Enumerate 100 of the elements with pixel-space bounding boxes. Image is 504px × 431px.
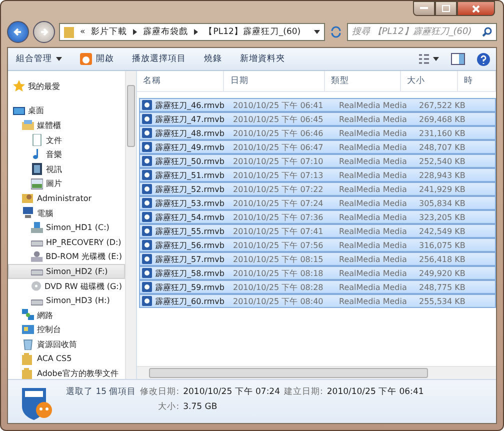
preview-pane-icon[interactable] [451, 53, 465, 65]
optical-icon [31, 250, 43, 263]
file-size: 316,075 KB [418, 240, 466, 250]
file-date: 2010/10/25 下午 07:13 [232, 170, 324, 180]
column-header[interactable]: 日期 [224, 71, 325, 91]
file-type: RealMedia Media [338, 268, 408, 278]
refresh-icon[interactable] [329, 25, 343, 39]
maximize-icon [442, 5, 450, 12]
view-options-icon[interactable] [419, 54, 439, 64]
user-icon [22, 192, 34, 204]
maximize-button[interactable] [435, 1, 457, 16]
nav-item[interactable]: 電腦 [8, 206, 125, 220]
file-size: 267,522 KB [418, 100, 466, 110]
file-type: RealMedia Media [338, 254, 408, 264]
file-name: 霹靂狂刀_46.rmvb [155, 100, 224, 110]
file-row[interactable]: 霹靂狂刀_54.rmvb 2010/10/25 下午 07:36 RealMedia Media 323,205 KB [139, 210, 496, 224]
scrollbar[interactable] [125, 71, 136, 379]
file-row[interactable]: 霹靂狂刀_53.rmvb 2010/10/25 下午 07:24 RealMedia Media 305,834 KB [139, 196, 496, 210]
minimize-button[interactable] [413, 1, 435, 16]
file-type: RealMedia Media [338, 212, 408, 222]
nav-item[interactable]: 網路 [8, 308, 125, 322]
breadcrumb-overflow[interactable]: « [80, 27, 86, 37]
file-row[interactable]: 霹靂狂刀_58.rmvb 2010/10/25 下午 08:18 RealMedia Media 249,920 KB [139, 266, 496, 280]
nav-item[interactable]: HP_RECOVERY (D:) [8, 234, 125, 250]
file-row[interactable]: 霹靂狂刀_50.rmvb 2010/10/25 下午 07:10 RealMedia Media 252,540 KB [139, 154, 496, 168]
file-size: 256,418 KB [418, 254, 466, 264]
nav-item[interactable]: 媒體櫃 [8, 118, 125, 133]
dropdown-icon[interactable] [314, 30, 320, 34]
file-date: 2010/10/25 下午 07:22 [232, 184, 324, 194]
control-icon [22, 324, 34, 336]
detail-value: 2010/10/25 下午 06:41 [326, 386, 424, 398]
nav-item[interactable]: 桌面 [8, 104, 125, 118]
file-size: 231,160 KB [418, 128, 466, 138]
picture-icon [31, 178, 43, 190]
column-header[interactable]: 大小 [400, 71, 458, 91]
file-row[interactable]: 霹靂狂刀_55.rmvb 2010/10/25 下午 07:41 RealMedia Media 242,549 KB [139, 224, 496, 238]
video-icon [31, 163, 43, 176]
nav-item[interactable]: 我的最愛 [8, 79, 125, 94]
file-row[interactable]: 霹靂狂刀_52.rmvb 2010/10/25 下午 07:22 RealMedia Media 241,929 KB [139, 182, 496, 196]
file-row[interactable]: 霹靂狂刀_46.rmvb 2010/10/25 下午 06:41 RealMedia Media 267,522 KB [139, 98, 496, 112]
file-size: 249,920 KB [418, 268, 466, 278]
file-row[interactable]: 霹靂狂刀_47.rmvb 2010/10/25 下午 06:45 RealMedia Media 269,468 KB [139, 112, 496, 126]
file-date: 2010/10/25 下午 07:36 [232, 212, 324, 222]
nav-item[interactable]: 音樂 [8, 147, 125, 162]
file-row[interactable]: 霹靂狂刀_57.rmvb 2010/10/25 下午 08:15 RealMedia Media 256,418 KB [139, 252, 496, 266]
nav-item[interactable]: DVD RW 磁碟機 (G:) [8, 278, 125, 294]
nav-item[interactable]: 資源回收筒 [8, 337, 125, 352]
nav-item[interactable]: 視訊 [8, 162, 125, 177]
chevron-icon[interactable] [133, 29, 138, 35]
file-row[interactable]: 霹靂狂刀_59.rmvb 2010/10/25 下午 08:28 RealMedia Media 248,775 KB [139, 280, 496, 294]
file-row[interactable]: 霹靂狂刀_56.rmvb 2010/10/25 下午 07:56 RealMedia Media 316,075 KB [139, 238, 496, 252]
file-date: 2010/10/25 下午 06:46 [232, 128, 324, 138]
nav-item[interactable]: 圖片 [8, 176, 125, 192]
scrollbar[interactable] [137, 366, 496, 379]
detail-label: 大小: [157, 401, 180, 413]
forward-button[interactable] [33, 21, 55, 43]
nav-item[interactable]: 文件 [8, 132, 125, 148]
file-row[interactable]: 霹靂狂刀_60.rmvb 2010/10/25 下午 08:40 RealMedia Media 255,534 KB [139, 294, 496, 308]
file-name: 霹靂狂刀_54.rmvb [155, 212, 224, 222]
help-icon[interactable] [477, 52, 490, 66]
file-type: RealMedia Media [338, 226, 408, 236]
file-date: 2010/10/25 下午 07:56 [232, 240, 324, 250]
file-row[interactable]: 霹靂狂刀_49.rmvb 2010/10/25 下午 06:47 RealMedia Media 248,707 KB [139, 140, 496, 154]
nav-item[interactable]: Simon_HD1 (C:) [8, 220, 125, 235]
toolbar-button[interactable]: 開啟 [78, 51, 116, 67]
file-date: 2010/10/25 下午 06:47 [232, 142, 324, 152]
chevron-icon[interactable] [194, 29, 198, 35]
file-row[interactable]: 霹靂狂刀_48.rmvb 2010/10/25 下午 06:46 RealMedia Media 231,160 KB [139, 126, 496, 140]
file-name: 霹靂狂刀_53.rmvb [155, 198, 224, 208]
address-bar[interactable]: « 影片下載 霹靂布袋戲 【PL12】霹靂狂刀_(60) [59, 23, 325, 41]
close-button[interactable] [457, 1, 495, 16]
column-header[interactable]: 名稱 [137, 71, 224, 91]
file-row[interactable]: 霹靂狂刀_51.rmvb 2010/10/25 下午 07:13 RealMedia Media 228,943 KB [139, 168, 496, 182]
nav-item[interactable]: BD-ROM 光碟機 (E:) [8, 250, 125, 264]
nav-item[interactable]: 控制台 [8, 322, 125, 338]
back-button[interactable] [7, 21, 29, 43]
breadcrumb-item[interactable]: 影片下載 [91, 26, 128, 38]
nav-item[interactable]: Administrator [8, 191, 125, 206]
file-date: 2010/10/25 下午 08:18 [232, 268, 324, 278]
breadcrumb-item[interactable]: 霹靂布袋戲 [143, 26, 188, 38]
file-date: 2010/10/25 下午 08:40 [232, 296, 324, 306]
toolbar-button[interactable]: 播放選擇項目 [130, 51, 188, 67]
breadcrumb-item[interactable]: 【PL12】霹靂狂刀_(60) [204, 26, 301, 38]
file-size: 248,707 KB [418, 142, 466, 152]
toolbar-button[interactable]: 組合管理 [14, 51, 64, 67]
nav-item[interactable]: Adobe官方的教學文件 [8, 366, 125, 379]
toolbar-button[interactable]: 燒錄 [202, 51, 224, 67]
column-header[interactable]: 類型 [324, 71, 401, 91]
nav-item[interactable]: Simon_HD3 (H:) [8, 293, 125, 308]
file-size: 228,943 KB [418, 170, 466, 180]
nav-item[interactable]: ACA CS5 [8, 352, 125, 366]
column-header[interactable]: 時 [458, 71, 496, 91]
toolbar-button[interactable]: 新增資料夾 [238, 51, 287, 67]
file-name: 霹靂狂刀_59.rmvb [155, 282, 224, 292]
file-size: 241,929 KB [418, 184, 466, 194]
minimize-icon [420, 7, 428, 10]
file-type: RealMedia Media [338, 100, 408, 110]
file-date: 2010/10/25 下午 08:15 [232, 254, 324, 264]
network-icon [22, 309, 34, 322]
nav-item[interactable]: Simon_HD2 (F:) [8, 264, 125, 279]
